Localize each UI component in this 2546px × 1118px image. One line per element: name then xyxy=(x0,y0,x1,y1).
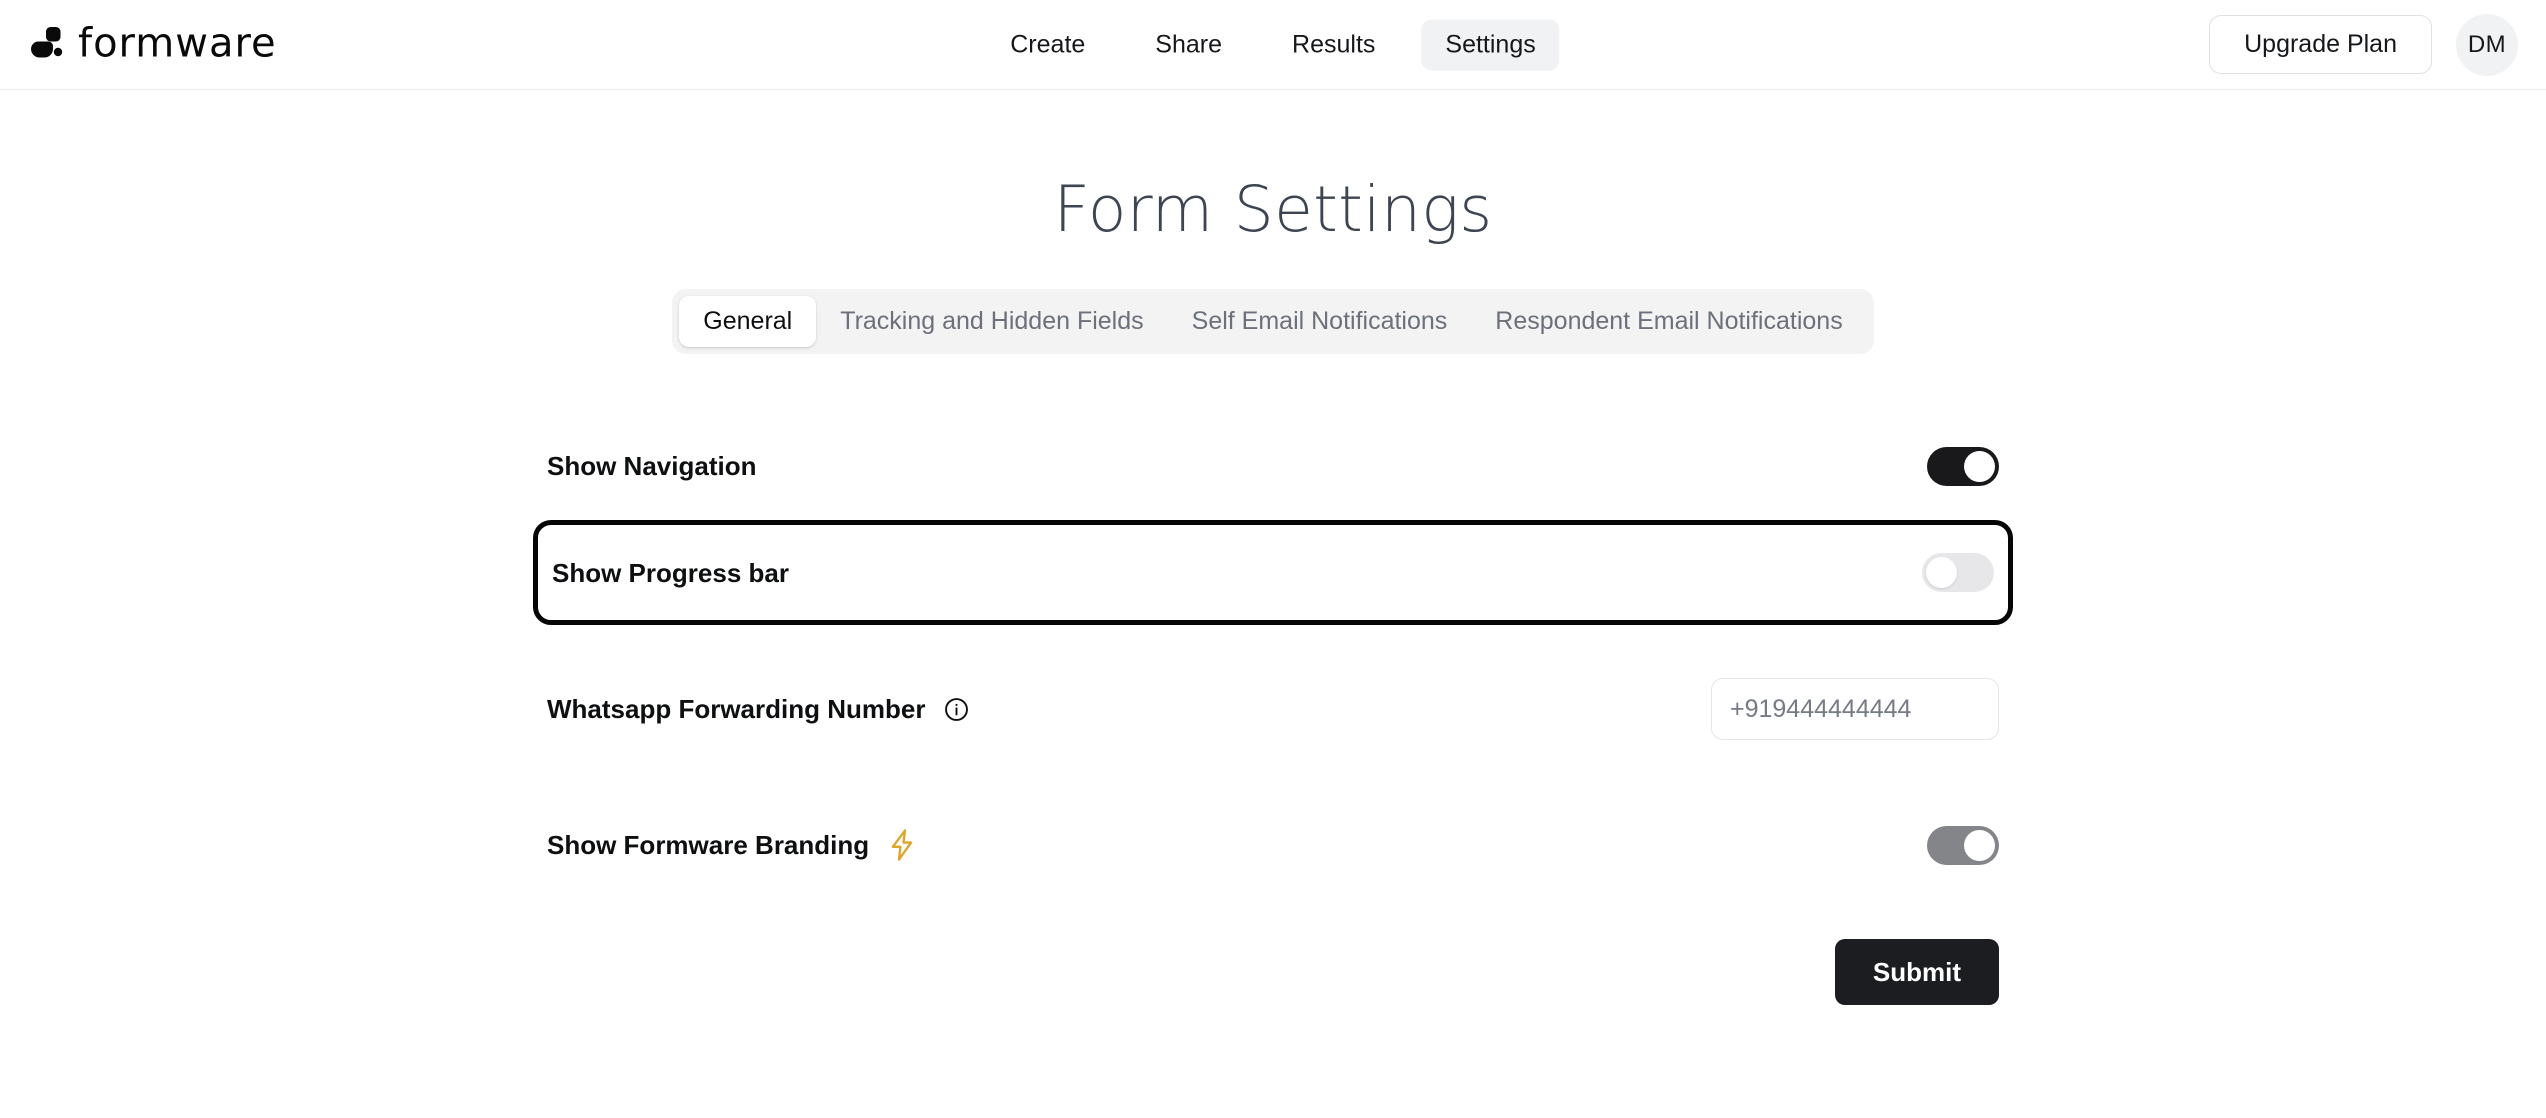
setting-label-show-navigation: Show Navigation xyxy=(547,453,756,479)
nav-item-create[interactable]: Create xyxy=(986,19,1109,70)
whatsapp-forwarding-number-label-text: Whatsapp Forwarding Number xyxy=(547,694,926,724)
formware-logo-mark-icon xyxy=(28,22,68,67)
nav-item-share[interactable]: Share xyxy=(1131,19,1246,70)
show-progress-bar-label-text: Show Progress bar xyxy=(552,557,789,588)
toggle-knob xyxy=(1964,829,1995,861)
settings-tabbar: General Tracking and Hidden Fields Self … xyxy=(672,289,1874,354)
upgrade-plan-button[interactable]: Upgrade Plan xyxy=(2209,15,2432,74)
brand-logo[interactable]: formware xyxy=(28,22,277,67)
page-content: Form Settings General Tracking and Hidde… xyxy=(0,90,2546,1005)
setting-label-show-progress-bar: Show Progress bar xyxy=(552,560,789,586)
main-nav: Create Share Results Settings xyxy=(986,19,1560,70)
tab-general[interactable]: General xyxy=(679,296,817,347)
page-title: Form Settings xyxy=(1053,173,1493,246)
setting-label-show-formware-branding: Show Formware Branding xyxy=(547,828,917,862)
setting-row-show-navigation: Show Navigation xyxy=(537,434,2009,498)
submit-button[interactable]: Submit xyxy=(1834,939,1999,1005)
nav-item-results[interactable]: Results xyxy=(1268,19,1399,70)
toggle-knob xyxy=(1964,450,1995,482)
tab-respondent-email-notifications[interactable]: Respondent Email Notifications xyxy=(1471,296,1866,347)
tab-tracking-and-hidden-fields[interactable]: Tracking and Hidden Fields xyxy=(816,296,1167,347)
brand-wordmark: formware xyxy=(78,20,277,67)
whatsapp-forwarding-number-input[interactable] xyxy=(1711,678,1999,740)
show-navigation-label-text: Show Navigation xyxy=(547,451,757,481)
avatar[interactable]: DM xyxy=(2456,13,2518,76)
app-header: formware Create Share Results Settings U… xyxy=(0,0,2546,90)
nav-item-settings[interactable]: Settings xyxy=(1421,19,1560,70)
toggle-show-progress-bar[interactable] xyxy=(1922,553,1994,592)
lightning-bolt-icon xyxy=(887,828,917,862)
toggle-knob xyxy=(1926,557,1957,588)
setting-row-show-progress-bar[interactable]: Show Progress bar xyxy=(533,520,2013,625)
show-formware-branding-label-text: Show Formware Branding xyxy=(547,830,870,860)
submit-row: Submit xyxy=(537,939,2009,1005)
setting-row-show-formware-branding: Show Formware Branding xyxy=(537,813,2009,877)
setting-label-whatsapp-forwarding-number: Whatsapp Forwarding Number xyxy=(547,696,970,723)
settings-list: Show Navigation Show Progress bar Whatsa… xyxy=(533,434,2013,1005)
toggle-show-navigation[interactable] xyxy=(1927,446,1999,486)
info-circle-icon[interactable] xyxy=(943,696,970,723)
header-right: Upgrade Plan DM xyxy=(2209,13,2518,76)
tab-self-email-notifications[interactable]: Self Email Notifications xyxy=(1168,296,1472,347)
toggle-show-formware-branding[interactable] xyxy=(1927,825,1999,865)
setting-row-whatsapp-forwarding-number: Whatsapp Forwarding Number xyxy=(537,677,2009,741)
